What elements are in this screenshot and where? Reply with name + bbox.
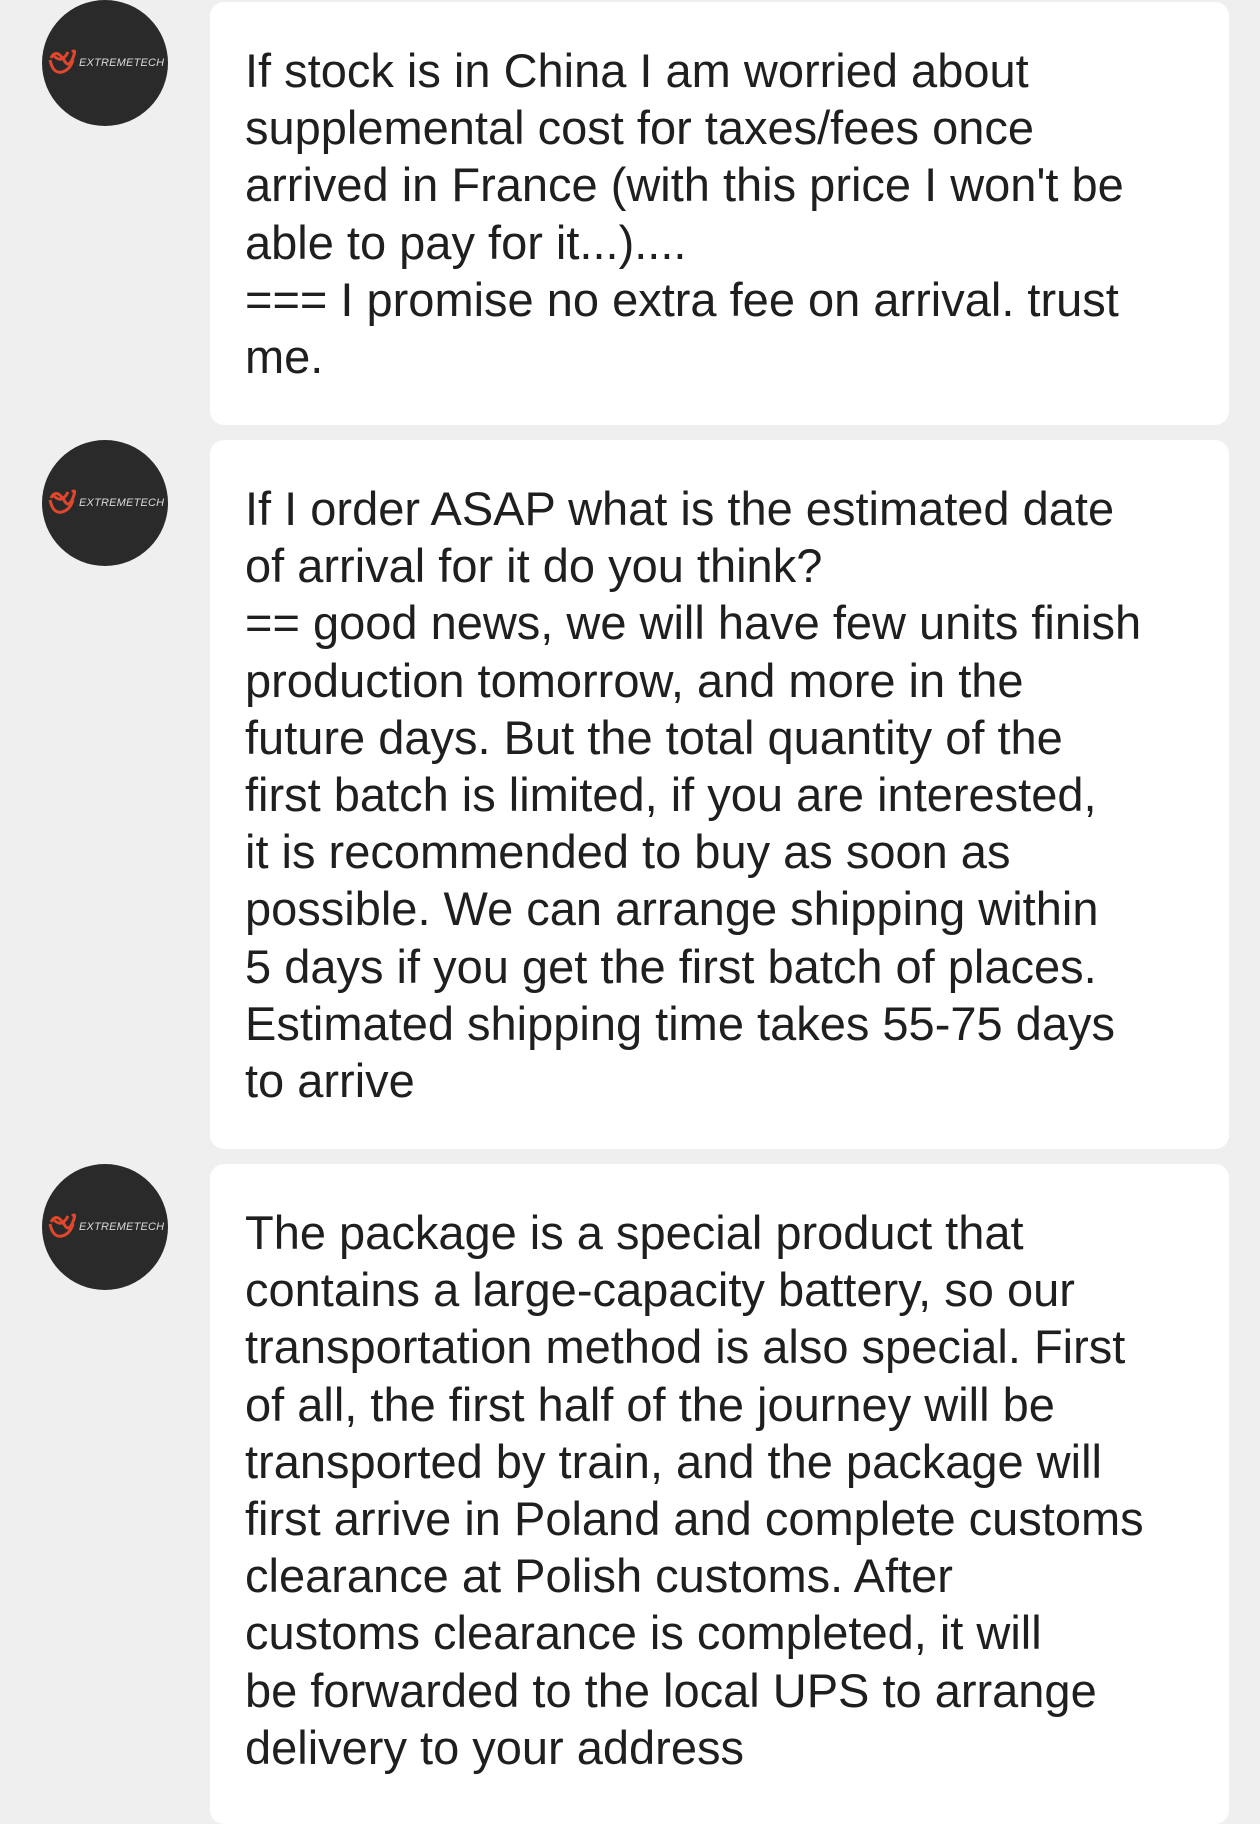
sender-avatar[interactable]: EXTREMETECH — [42, 440, 168, 566]
avatar-label: EXTREMETECH — [79, 497, 165, 509]
avatar-label: EXTREMETECH — [79, 1221, 165, 1233]
sender-avatar[interactable]: EXTREMETECH — [42, 0, 168, 126]
message-bubble[interactable]: If I order ASAP what is the estimated da… — [210, 440, 1229, 1149]
message-bubble[interactable]: The package is a special product that co… — [210, 1164, 1229, 1824]
message-bubble[interactable]: If stock is in China I am worried about … — [210, 2, 1229, 425]
message-text: The package is a special product that co… — [245, 1206, 1144, 1774]
chat-screen: { "messages": [ { "sender": "EXTREMETECH… — [0, 0, 1260, 1824]
message-text: If stock is in China I am worried about … — [245, 44, 1124, 384]
sender-avatar[interactable]: EXTREMETECH — [42, 1164, 168, 1290]
avatar-label: EXTREMETECH — [79, 57, 165, 69]
message-text: If I order ASAP what is the estimated da… — [245, 482, 1142, 1108]
